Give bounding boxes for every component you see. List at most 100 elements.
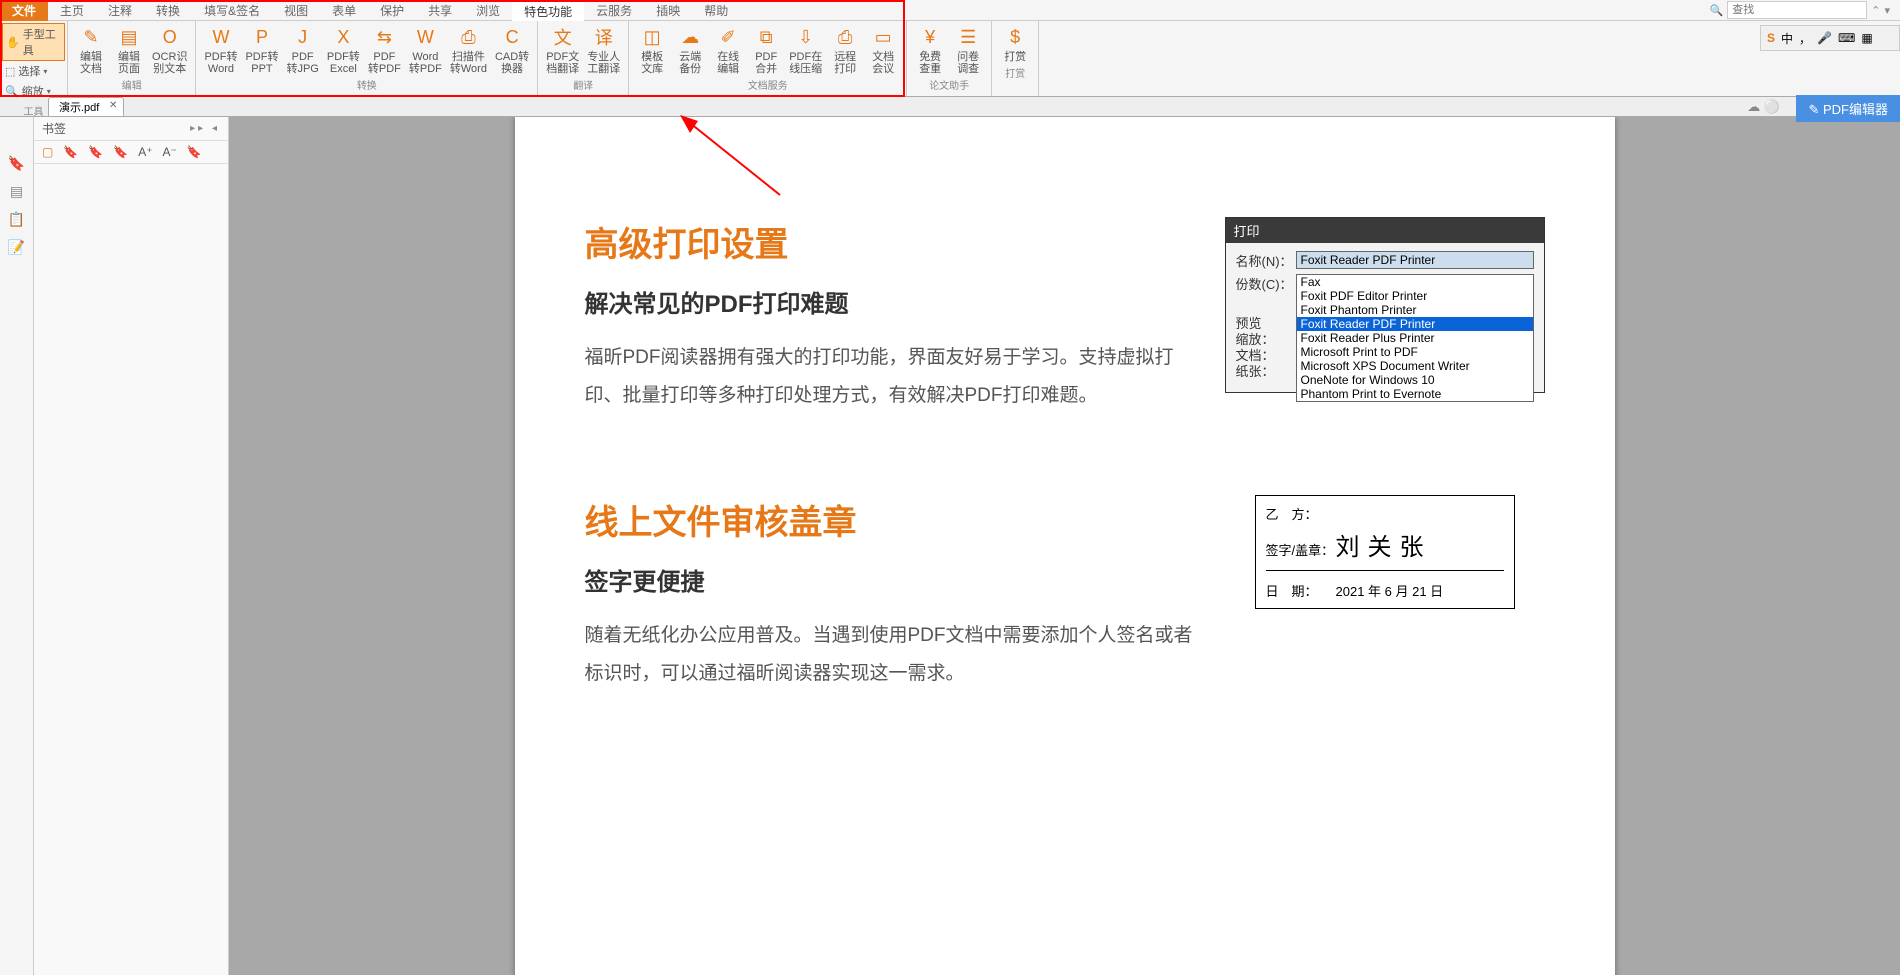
ribbon-group: $打赏打赏	[992, 21, 1039, 96]
ribbon-button[interactable]: ¥免费 查重	[915, 25, 945, 75]
document-tab[interactable]: 演示.pdf ✕	[48, 97, 124, 116]
menu-help[interactable]: 帮助	[692, 0, 740, 22]
printer-option: Microsoft XPS Document Writer	[1297, 359, 1533, 373]
menu-annotate[interactable]: 注释	[96, 0, 144, 22]
ribbon-button[interactable]: CCAD转 换器	[495, 25, 529, 75]
ribbon-button-icon: ¥	[918, 25, 942, 49]
ribbon-button[interactable]: WPDF转 Word	[204, 25, 237, 75]
party-label: 乙 方：	[1266, 504, 1336, 523]
bm-font-dec[interactable]: A⁻	[163, 145, 177, 159]
ribbon-button[interactable]: 文PDF文 档翻译	[546, 25, 579, 75]
menu-special[interactable]: 特色功能	[512, 0, 584, 23]
sign-name: 刘关张	[1336, 527, 1432, 562]
ribbon-button-icon: ⎙	[833, 25, 857, 49]
bm-tool-2[interactable]: 🔖	[63, 145, 78, 159]
pd-doc-label: 文档：	[1236, 348, 1284, 364]
ribbon-button[interactable]: ✎编辑 文档	[76, 25, 106, 75]
bm-tool-7[interactable]: 🔖	[187, 145, 202, 159]
comment-panel-icon[interactable]: 📝	[5, 235, 29, 259]
ribbon-button-label: PDF转 Word	[204, 51, 237, 75]
menu-slideshow[interactable]: 插映	[644, 0, 692, 22]
window-down-icon[interactable]: ▾	[1884, 4, 1890, 17]
printer-option: OneNote for Windows 10	[1297, 373, 1533, 387]
ribbon-button[interactable]: ☁云端 备份	[675, 25, 705, 75]
bm-tool-1[interactable]: ▢	[42, 145, 53, 159]
feature2-title: 线上文件审核盖章	[585, 495, 1205, 544]
menu-file[interactable]: 文件	[0, 0, 48, 22]
document-viewport[interactable]: 高级打印设置 解决常见的PDF打印难题 福昕PDF阅读器拥有强大的打印功能，界面…	[229, 117, 1900, 975]
ribbon-button[interactable]: ✐在线 编辑	[713, 25, 743, 75]
ribbon-button[interactable]: ⧉PDF 合并	[751, 25, 781, 75]
printer-option: Phantom Print to Evernote	[1297, 387, 1533, 401]
clipboard-panel-icon[interactable]: 📋	[5, 207, 29, 231]
menu-share[interactable]: 共享	[416, 0, 464, 22]
menu-protect[interactable]: 保护	[368, 0, 416, 22]
menu-form[interactable]: 表单	[320, 0, 368, 22]
ribbon-group-label: 编辑	[76, 77, 187, 92]
reveal-icon[interactable]: ⌃	[1871, 4, 1880, 17]
ribbon-group: ✎编辑 文档 ▤编辑 页面 OOCR识 别文本编辑	[68, 21, 196, 96]
bm-font-inc[interactable]: A⁺	[138, 145, 152, 159]
search-input[interactable]	[1727, 1, 1867, 19]
pd-paper-label: 纸张：	[1236, 364, 1284, 380]
ribbon-button[interactable]: ⇆PDF 转PDF	[368, 25, 401, 75]
ribbon-button[interactable]: JPDF 转JPG	[286, 25, 318, 75]
ribbon-button-label: 编辑 页面	[118, 51, 140, 75]
ribbon-button-label: 专业人 工翻译	[587, 51, 620, 75]
page: 高级打印设置 解决常见的PDF打印难题 福昕PDF阅读器拥有强大的打印功能，界面…	[515, 117, 1615, 975]
ribbon-button[interactable]: ⎙扫描件 转Word	[450, 25, 487, 75]
ime-keyboard-icon: ⌨	[1838, 31, 1855, 45]
document-tab-label: 演示.pdf	[59, 102, 99, 114]
ribbon-button-label: PDF转 Excel	[327, 51, 360, 75]
menubar: 文件 主页 注释 转换 填写&签名 视图 表单 保护 共享 浏览 特色功能 云服…	[0, 0, 1900, 21]
ribbon-group: WPDF转 WordPPDF转 PPTJPDF 转JPGXPDF转 Excel⇆…	[196, 21, 538, 96]
ribbon-button-icon: ✎	[79, 25, 103, 49]
ribbon-button-icon: ▭	[871, 25, 895, 49]
ribbon-button-icon: ◫	[640, 25, 664, 49]
pages-panel-icon[interactable]: ▤	[5, 179, 29, 203]
ribbon-button-label: 扫描件 转Word	[450, 51, 487, 75]
ribbon-button[interactable]: ▤编辑 页面	[114, 25, 144, 75]
ribbon-button[interactable]: $打赏	[1000, 25, 1030, 63]
pdf-editor-button[interactable]: ✎ PDF编辑器	[1796, 95, 1900, 122]
menu-browse[interactable]: 浏览	[464, 0, 512, 22]
cloud-icon[interactable]: ☁ ⚪	[1747, 99, 1780, 115]
select-tool[interactable]: ⬚选择▾	[2, 61, 65, 81]
ribbon-button-label: PDF在 线压缩	[789, 51, 822, 75]
bookmark-panel-icon[interactable]: 🔖	[5, 151, 29, 175]
hand-tool[interactable]: ✋手型工具	[2, 23, 65, 61]
pd-name-combo: Foxit Reader PDF Printer	[1296, 251, 1534, 269]
menu-fillsign[interactable]: 填写&签名	[192, 0, 272, 22]
printer-option: Foxit Reader Plus Printer	[1297, 331, 1533, 345]
panel-collapse-icon[interactable]: ▸▸	[190, 123, 206, 134]
ribbon-button-label: 文档 会议	[872, 51, 894, 75]
ribbon-button[interactable]: XPDF转 Excel	[327, 25, 360, 75]
ribbon-button-icon: X	[331, 25, 355, 49]
ribbon-button[interactable]: ◫模板 文库	[637, 25, 667, 75]
bm-tool-3[interactable]: 🔖	[88, 145, 103, 159]
ime-bar[interactable]: S 中 ， 🎤 ⌨ ▦	[1760, 25, 1900, 51]
menu-view[interactable]: 视图	[272, 0, 320, 22]
panel-menu-icon[interactable]: ◂	[212, 123, 220, 134]
pd-preview-label: 预览	[1236, 316, 1284, 332]
ribbon-button[interactable]: ▭文档 会议	[868, 25, 898, 75]
ime-mic-icon: 🎤	[1817, 31, 1832, 45]
ribbon-button-icon: P	[250, 25, 274, 49]
ribbon-button[interactable]: OOCR识 别文本	[152, 25, 187, 75]
ime-menu-icon: ▦	[1861, 31, 1872, 45]
feature1-desc: 福昕PDF阅读器拥有强大的打印功能，界面友好易于学习。支持虚拟打印、批量打印等多…	[585, 339, 1205, 415]
ribbon-button[interactable]: ⇩PDF在 线压缩	[789, 25, 822, 75]
ribbon-button[interactable]: 译专业人 工翻译	[587, 25, 620, 75]
ribbon-button[interactable]: ⎙远程 打印	[830, 25, 860, 75]
close-icon[interactable]: ✕	[109, 100, 117, 111]
bm-tool-4[interactable]: 🔖	[113, 145, 128, 159]
ribbon-button[interactable]: PPDF转 PPT	[245, 25, 278, 75]
date-label: 日 期：	[1266, 581, 1336, 600]
ribbon-button[interactable]: WWord 转PDF	[409, 25, 442, 75]
search-icon: 🔍	[1710, 4, 1724, 17]
menu-cloud[interactable]: 云服务	[584, 0, 644, 22]
ribbon-button[interactable]: ☰问卷 调查	[953, 25, 983, 75]
bookmark-header: 书签 ▸▸ ◂	[34, 117, 228, 141]
menu-home[interactable]: 主页	[48, 0, 96, 22]
menu-convert[interactable]: 转换	[144, 0, 192, 22]
